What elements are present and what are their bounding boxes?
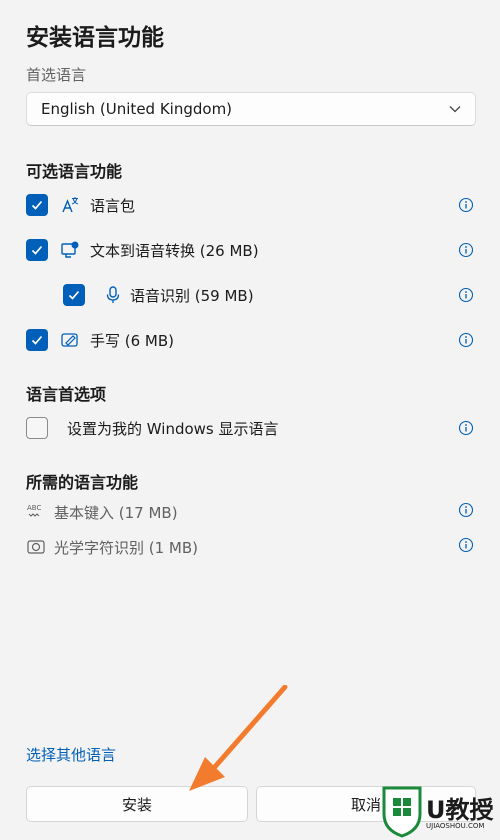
feature-label-handwriting: 手写 (6 MB) (90, 331, 175, 350)
watermark-subtext: UJIAOSHOU.COM (426, 822, 485, 830)
language-select[interactable]: English (United Kingdom) (26, 92, 476, 126)
checkmark-icon (68, 290, 80, 300)
watermark-text: U教授 (426, 796, 494, 824)
checkbox-handwriting[interactable] (26, 329, 48, 351)
svg-text:ABC: ABC (27, 504, 41, 512)
required-label-ocr: 光学字符识别 (1 MB) (54, 538, 199, 557)
required-label-basic-typing: 基本键入 (17 MB) (54, 503, 178, 522)
language-pack-icon (60, 195, 80, 215)
info-icon[interactable] (458, 197, 474, 213)
required-row-ocr: 光学字符识别 (1 MB) (26, 535, 474, 559)
checkbox-display-language[interactable] (26, 417, 48, 439)
feature-row-language-pack[interactable]: 语言包 (26, 192, 474, 218)
text-to-speech-icon (60, 240, 80, 260)
info-icon[interactable] (458, 242, 474, 258)
display-language-row[interactable]: 设置为我的 Windows 显示语言 (26, 415, 474, 441)
required-features-heading: 所需的语言功能 (26, 473, 139, 492)
display-language-label: 设置为我的 Windows 显示语言 (67, 419, 279, 438)
feature-row-text-to-speech[interactable]: 文本到语音转换 (26 MB) (26, 237, 474, 263)
info-icon[interactable] (458, 502, 474, 518)
feature-label-text-to-speech: 文本到语音转换 (26 MB) (90, 241, 259, 260)
info-icon[interactable] (458, 332, 474, 348)
watermark-logo: U教授 UJIAOSHOU.COM (378, 784, 500, 840)
language-select-value: English (United Kingdom) (41, 100, 233, 118)
microphone-icon (103, 285, 123, 305)
handwriting-icon (60, 330, 80, 350)
language-preferences-heading: 语言首选项 (26, 385, 107, 404)
annotation-arrow (189, 685, 288, 791)
checkmark-icon (31, 200, 43, 210)
feature-label-speech-recognition: 语音识别 (59 MB) (130, 286, 254, 305)
preferred-language-label: 首选语言 (26, 66, 87, 84)
checkbox-text-to-speech[interactable] (26, 239, 48, 261)
choose-other-language-link[interactable]: 选择其他语言 (26, 744, 116, 765)
checkmark-icon (31, 245, 43, 255)
required-row-basic-typing: ABC 基本键入 (17 MB) (26, 500, 474, 524)
abc-typing-icon: ABC (27, 504, 41, 517)
feature-label-language-pack: 语言包 (90, 196, 136, 215)
dialog-title: 安装语言功能 (26, 25, 164, 51)
info-icon[interactable] (458, 537, 474, 553)
chevron-down-icon (449, 106, 461, 113)
info-icon[interactable] (458, 287, 474, 303)
feature-row-speech-recognition[interactable]: 语音识别 (59 MB) (63, 282, 474, 308)
info-icon[interactable] (458, 420, 474, 436)
shield-icon (382, 786, 422, 838)
feature-row-handwriting[interactable]: 手写 (6 MB) (26, 327, 474, 353)
checkmark-icon (31, 335, 43, 345)
checkbox-speech-recognition[interactable] (63, 284, 85, 306)
checkbox-language-pack[interactable] (26, 194, 48, 216)
optional-features-heading: 可选语言功能 (26, 162, 123, 181)
ocr-icon (27, 540, 45, 554)
